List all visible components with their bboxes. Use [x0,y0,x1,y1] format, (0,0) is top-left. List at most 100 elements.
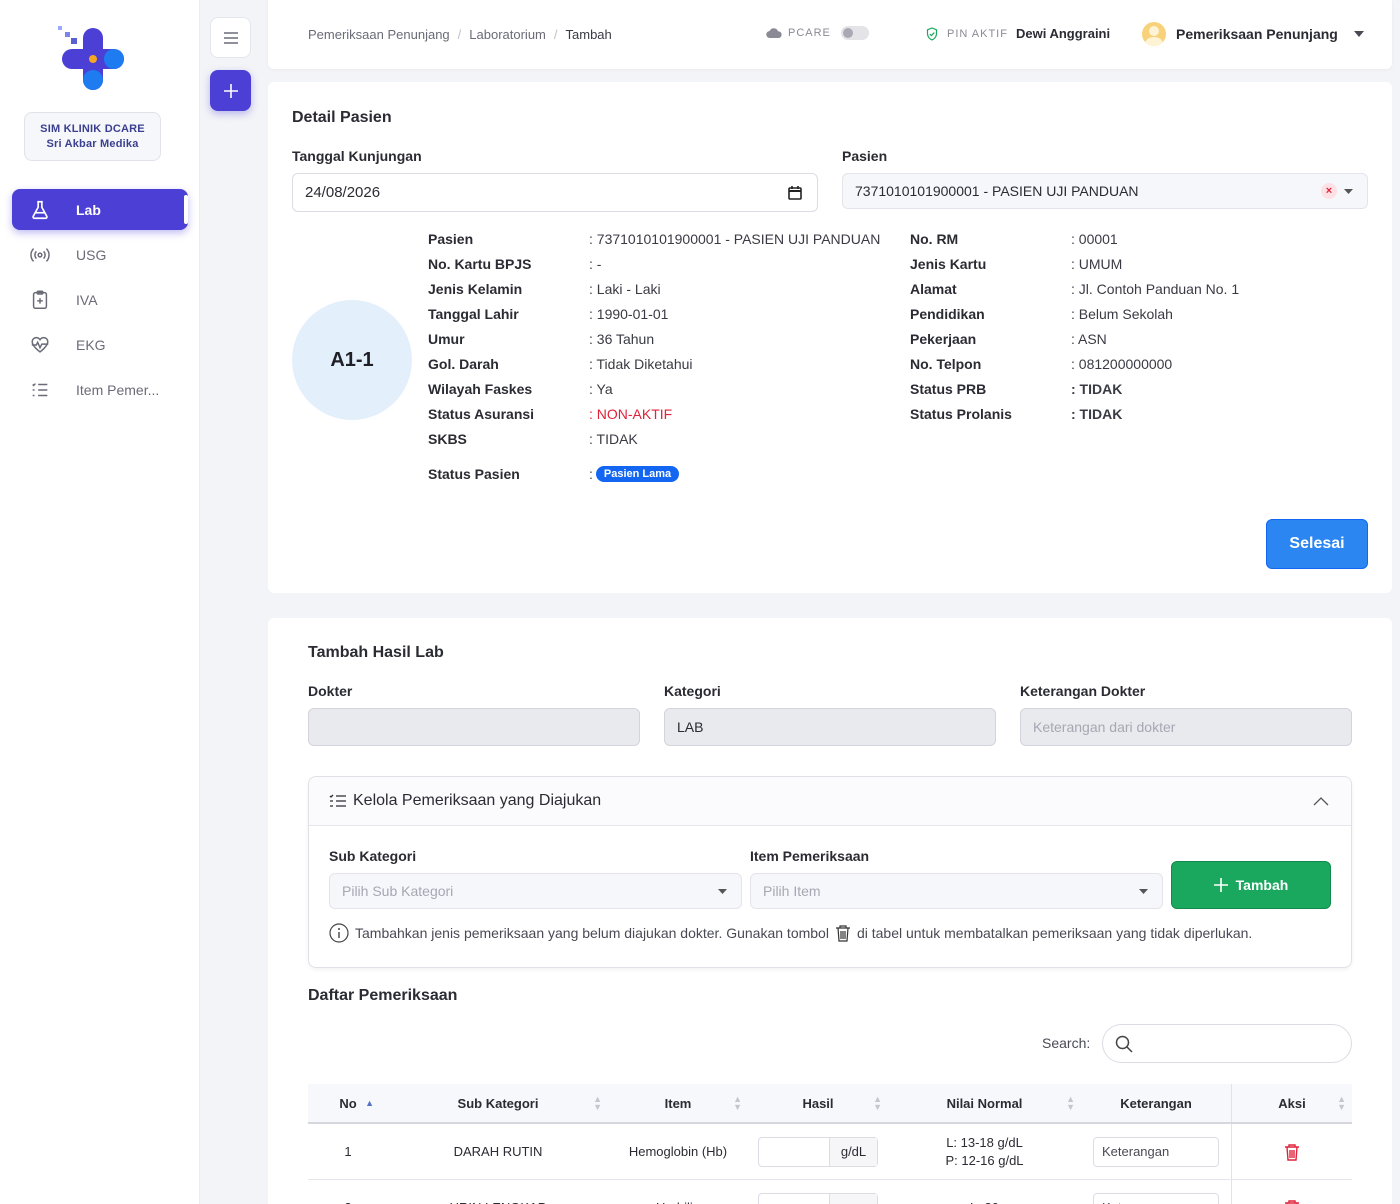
header-label: Keterangan [1120,1095,1192,1111]
keterangan-placeholder: Ket [1102,1200,1122,1204]
breadcrumb-current: Tambah [565,27,612,42]
info-row: Status Asuransi: NON-AKTIF [428,406,880,431]
item-pemeriksaan-label: Item Pemeriksaan [750,848,870,864]
sort-icon: ▲ ▼ [593,1094,602,1112]
cell-sub-kategori: DARAH RUTIN [388,1144,608,1159]
dokter-input [308,708,640,746]
tanggal-kunjungan-value: 24/08/2026 [305,184,381,201]
info-row: No. RM: 00001 [910,231,1239,256]
info-row: Pasien : 7371010101900001 - PASIEN UJI PA… [428,231,880,256]
info-row: No. Telpon: 081200000000 [910,356,1239,381]
list-check-icon [329,794,346,807]
column-header-no[interactable]: No ▲ [308,1096,388,1111]
tambah-button[interactable]: Tambah [1171,861,1331,909]
sidebar-item-label: Lab [76,201,101,218]
info-key: Pasien [428,231,474,247]
info-key: Tanggal Lahir [428,306,519,322]
topbar: Pemeriksaan Penunjang / Laboratorium / T… [268,0,1392,69]
trash-icon[interactable] [1284,1199,1300,1204]
cell-item: Urobilin [608,1200,748,1204]
breadcrumb-separator: / [553,27,558,42]
column-header-hasil[interactable]: Hasil ▲ ▼ [748,1095,888,1112]
plus-icon [223,83,238,98]
caret-down-icon[interactable] [1344,188,1353,194]
sort-icon: ▲ ▼ [733,1094,742,1112]
add-button[interactable] [210,70,251,111]
column-header-sub-kategori[interactable]: Sub Kategori ▲ ▼ [388,1094,608,1112]
cell-text: 2 [344,1200,351,1204]
info-key: No. Telpon [910,356,982,372]
caret-down-icon [718,888,727,894]
info-key: No. Kartu BPJS [428,256,532,272]
keterangan-input[interactable]: Keterangan [1093,1136,1219,1167]
keterangan-input[interactable]: Ket [1093,1192,1219,1204]
info-key: Pekerjaan [910,331,977,347]
hasil-unit: g/dL [829,1137,877,1166]
info-value: : Laki - Laki [589,281,661,297]
accordion-header[interactable]: Kelola Pemeriksaan yang Diajukan [309,777,1351,826]
header-label: Aksi [1278,1095,1306,1111]
pin-status: PIN AKTIF Dewi Anggraini [926,26,1110,41]
breadcrumb-item[interactable]: Pemeriksaan Penunjang [308,27,450,42]
info-value: : 7371010101900001 - PASIEN UJI PANDUAN [589,231,881,247]
header-label: Sub Kategori [457,1095,539,1111]
pcare-toggle[interactable] [840,26,869,40]
cell-sub-kategori: URIN LENGKAP [388,1200,608,1204]
sidebar-item-label: EKG [76,336,106,353]
sidebar-item-iva[interactable]: IVA [12,279,188,320]
hasil-input-group[interactable] [758,1192,878,1204]
info-row: Wilayah Faskes: Ya [428,381,880,406]
sidebar-item-item-pemeriksaan[interactable]: Item Pemer... [12,369,188,410]
clipboard-icon [28,288,52,312]
info-value: : UMUM [1071,256,1123,272]
column-header-aksi[interactable]: Aksi ▲ ▼ [1231,1084,1352,1122]
status-pasien-row: Status Pasien : Pasien Lama [428,461,680,486]
cell-text: DARAH RUTIN [453,1144,543,1159]
trash-icon[interactable] [1284,1143,1300,1161]
chevron-up-icon[interactable] [1313,797,1329,806]
pasien-select[interactable]: 7371010101900001 - PASIEN UJI PANDUAN × [842,173,1368,209]
menu-toggle-button[interactable] [210,17,251,58]
patient-avatar: A1-1 [292,300,412,420]
cell-keterangan: Ket [1081,1192,1231,1204]
sub-kategori-select[interactable]: Pilih Sub Kategori [329,873,742,909]
column-header-nilai-normal[interactable]: Nilai Normal ▲ ▼ [888,1094,1081,1112]
info-value: : NON-AKTIF [589,406,673,422]
sort-icon: ▲ ▼ [1066,1094,1075,1112]
breadcrumb-item[interactable]: Laboratorium [469,27,546,42]
item-pemeriksaan-select[interactable]: Pilih Item [750,873,1163,909]
info-value: : TIDAK [589,431,638,447]
sidebar-item-lab[interactable]: Lab [12,189,188,230]
sidebar-item-usg[interactable]: USG [12,234,188,275]
note-text: di tabel untuk membatalkan pemeriksaan y… [856,925,1253,941]
search-label: Search: [1042,1035,1091,1051]
hasil-input[interactable] [759,1194,829,1204]
calendar-icon[interactable] [788,185,802,200]
info-note: Tambahkan jenis pemeriksaan yang belum d… [329,923,1252,943]
clinic-name: SIM KLINIK DCARE [40,123,145,135]
note-text: Tambahkan jenis pemeriksaan yang belum d… [355,925,829,941]
pasien-select-value: 7371010101900001 - PASIEN UJI PANDUAN [855,183,1139,199]
clear-icon[interactable]: × [1321,183,1337,199]
selesai-button[interactable]: Selesai [1266,519,1368,569]
sidebar-item-label: USG [76,246,107,263]
tanggal-kunjungan-input[interactable]: 24/08/2026 [292,173,818,212]
info-value: : 1990-01-01 [589,306,669,322]
pin-user-name: Dewi Anggraini [1015,26,1111,41]
search-input[interactable] [1102,1024,1352,1063]
hasil-input[interactable] [759,1138,829,1166]
sidebar-item-ekg[interactable]: EKG [12,324,188,365]
caret-down-icon [1353,31,1364,37]
table-row: 2 URIN LENGKAP Urobilin L: 80 Ket [308,1180,1352,1204]
hasil-input-group[interactable]: g/dL [758,1136,878,1167]
info-row: Status Prolanis: TIDAK [910,406,1239,431]
column-header-keterangan[interactable]: Keterangan [1081,1096,1231,1111]
user-menu[interactable]: Pemeriksaan Penunjang [1142,22,1364,46]
column-header-item[interactable]: Item ▲ ▼ [608,1094,748,1112]
broadcast-icon [28,243,52,267]
search-icon [1115,1035,1133,1053]
table-header: No ▲ Sub Kategori ▲ ▼ Item ▲ ▼ Hasil ▲ ▼ Nilai … [308,1084,1352,1124]
header-label: No [339,1095,357,1111]
sub-kategori-placeholder: Pilih Sub Kategori [342,883,454,899]
info-icon [329,923,349,943]
